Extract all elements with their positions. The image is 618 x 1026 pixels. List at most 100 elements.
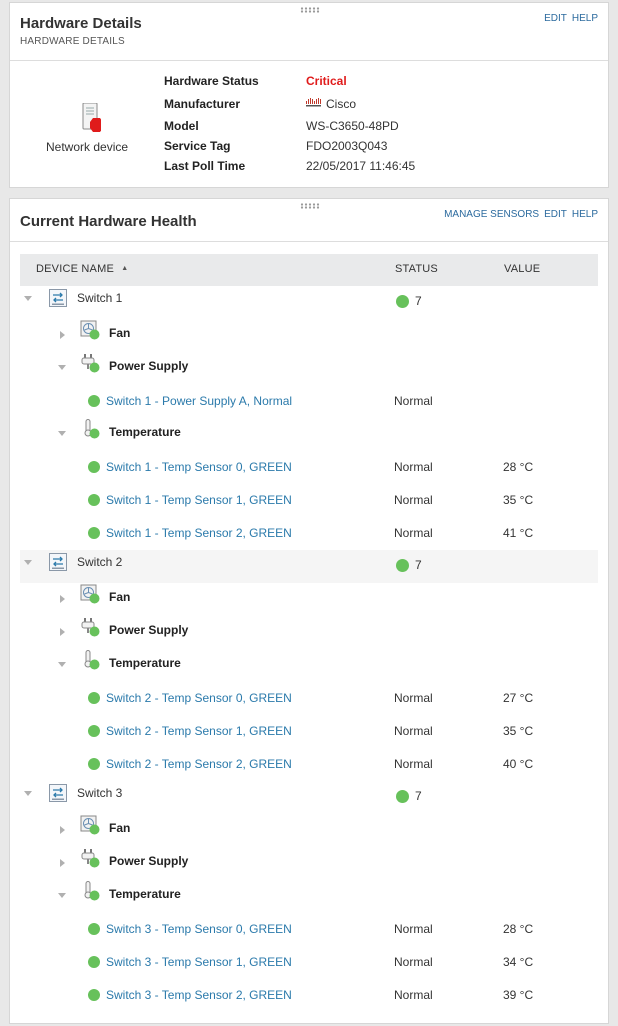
category-row[interactable]: Temperature <box>20 649 598 682</box>
collapse-toggle-icon[interactable] <box>58 893 66 898</box>
drag-handle-icon[interactable] <box>300 203 320 209</box>
sensor-row[interactable]: Switch 1 - Power Supply A, Normal Normal <box>20 385 598 418</box>
status-ok-icon <box>88 494 100 506</box>
status-ok-icon <box>88 956 100 968</box>
status-ok-icon <box>88 923 100 935</box>
status-ok-icon <box>88 692 100 704</box>
service-tag-value: FDO2003Q043 <box>306 139 388 153</box>
panel-title: Current Hardware Health <box>20 213 197 230</box>
power-plug-icon <box>81 354 100 373</box>
status-count: 7 <box>415 789 422 803</box>
sensor-row[interactable]: Switch 1 - Temp Sensor 1, GREEN Normal 35 … <box>20 484 598 517</box>
sensor-link[interactable]: Switch 3 - Temp Sensor 0, GREEN <box>106 922 292 936</box>
sensor-value: 35 °C <box>503 724 534 738</box>
sensor-value: 28 °C <box>503 460 534 474</box>
collapse-toggle-icon[interactable] <box>58 365 66 370</box>
status-ok-icon <box>396 559 409 572</box>
sensor-row[interactable]: Switch 2 - Temp Sensor 0, GREEN Normal 27 … <box>20 682 598 715</box>
sensor-value: 35 °C <box>503 493 534 507</box>
sensor-status: Normal <box>394 526 433 540</box>
sensor-link[interactable]: Switch 3 - Temp Sensor 1, GREEN <box>106 955 292 969</box>
category-row[interactable]: Power Supply <box>20 616 598 649</box>
sensor-value: 39 °C <box>503 988 534 1002</box>
sensor-link[interactable]: Switch 2 - Temp Sensor 0, GREEN <box>106 691 292 705</box>
field-label: Hardware Status <box>164 74 259 88</box>
sensor-row[interactable]: Switch 1 - Temp Sensor 0, GREEN Normal 28 … <box>20 451 598 484</box>
panel-subtitle: HARDWARE DETAILS <box>20 36 125 47</box>
sensor-row[interactable]: Switch 3 - Temp Sensor 0, GREEN Normal 28 … <box>20 913 598 946</box>
edit-link[interactable]: EDIT <box>544 209 567 220</box>
expand-toggle-icon[interactable] <box>60 859 65 867</box>
edit-link[interactable]: EDIT <box>544 13 567 24</box>
expand-toggle-icon[interactable] <box>60 826 65 834</box>
help-link[interactable]: HELP <box>572 209 598 220</box>
category-name: Fan <box>109 590 131 604</box>
category-name: Temperature <box>109 425 181 439</box>
sensor-row[interactable]: Switch 1 - Temp Sensor 2, GREEN Normal 41 … <box>20 517 598 550</box>
switch-name[interactable]: Switch 2 <box>77 555 122 569</box>
sensor-status: Normal <box>394 922 433 936</box>
sensor-status: Normal <box>394 955 433 969</box>
status-count: 7 <box>415 558 422 572</box>
field-label: Model <box>164 119 199 133</box>
sensor-row[interactable]: Switch 2 - Temp Sensor 2, GREEN Normal 40 … <box>20 748 598 781</box>
sensor-link[interactable]: Switch 2 - Temp Sensor 2, GREEN <box>106 757 292 771</box>
collapse-toggle-icon[interactable] <box>58 431 66 436</box>
expand-toggle-icon[interactable] <box>60 595 65 603</box>
collapse-toggle-icon[interactable] <box>24 296 32 301</box>
model-value: WS-C3650-48PD <box>306 119 399 133</box>
category-name: Temperature <box>109 656 181 670</box>
sensor-status: Normal <box>394 691 433 705</box>
collapse-toggle-icon[interactable] <box>24 560 32 565</box>
expand-toggle-icon[interactable] <box>60 628 65 636</box>
sensor-link[interactable]: Switch 1 - Temp Sensor 0, GREEN <box>106 460 292 474</box>
sensor-row[interactable]: Switch 3 - Temp Sensor 1, GREEN Normal 34 … <box>20 946 598 979</box>
sensor-link[interactable]: Switch 1 - Temp Sensor 2, GREEN <box>106 526 292 540</box>
thermometer-icon <box>84 881 100 901</box>
hardware-details-panel: Hardware Details HARDWARE DETAILS EDIT HE… <box>9 2 609 188</box>
sensor-row[interactable]: Switch 3 - Temp Sensor 2, GREEN Normal 39 … <box>20 979 598 1012</box>
expand-toggle-icon[interactable] <box>60 331 65 339</box>
status-ok-icon <box>88 395 100 407</box>
sensor-status: Normal <box>394 460 433 474</box>
column-value[interactable]: VALUE <box>504 263 540 275</box>
category-row[interactable]: Temperature <box>20 418 598 451</box>
collapse-toggle-icon[interactable] <box>58 662 66 667</box>
field-label: Manufacturer <box>164 97 241 111</box>
category-row[interactable]: Fan <box>20 319 598 352</box>
manage-sensors-link[interactable]: MANAGE SENSORS <box>444 209 539 220</box>
category-row[interactable]: Power Supply <box>20 352 598 385</box>
help-link[interactable]: HELP <box>572 13 598 24</box>
column-device-name[interactable]: DEVICE NAME ▲ <box>36 263 128 275</box>
sensor-link[interactable]: Switch 1 - Temp Sensor 1, GREEN <box>106 493 292 507</box>
switch-icon <box>49 289 67 307</box>
sensor-value: 27 °C <box>503 691 534 705</box>
sensor-link[interactable]: Switch 2 - Temp Sensor 1, GREEN <box>106 724 292 738</box>
switch-row[interactable]: Switch 2 7 <box>20 550 598 583</box>
sensor-status: Normal <box>394 988 433 1002</box>
drag-handle-icon[interactable] <box>300 7 320 13</box>
collapse-toggle-icon[interactable] <box>24 791 32 796</box>
column-status[interactable]: STATUS <box>395 263 438 275</box>
category-row[interactable]: Fan <box>20 583 598 616</box>
switch-name[interactable]: Switch 1 <box>77 291 122 305</box>
category-row[interactable]: Fan <box>20 814 598 847</box>
switch-row[interactable]: Switch 1 7 <box>20 286 598 319</box>
status-ok-icon <box>88 527 100 539</box>
manufacturer-value: Cisco <box>306 97 356 111</box>
divider <box>10 241 608 242</box>
switch-icon <box>49 784 67 802</box>
last-poll-time-value: 22/05/2017 11:46:45 <box>306 159 416 173</box>
sensor-status: Normal <box>394 724 433 738</box>
switch-row[interactable]: Switch 3 7 <box>20 781 598 814</box>
category-row[interactable]: Power Supply <box>20 847 598 880</box>
sort-ascending-icon: ▲ <box>121 265 129 272</box>
sensor-link[interactable]: Switch 3 - Temp Sensor 2, GREEN <box>106 988 292 1002</box>
category-row[interactable]: Temperature <box>20 880 598 913</box>
sensor-row[interactable]: Switch 2 - Temp Sensor 1, GREEN Normal 35 … <box>20 715 598 748</box>
status-ok-icon <box>396 295 409 308</box>
sensor-link[interactable]: Switch 1 - Power Supply A, Normal <box>106 394 292 408</box>
category-name: Power Supply <box>109 854 189 868</box>
category-name: Power Supply <box>109 359 189 373</box>
switch-name[interactable]: Switch 3 <box>77 786 122 800</box>
